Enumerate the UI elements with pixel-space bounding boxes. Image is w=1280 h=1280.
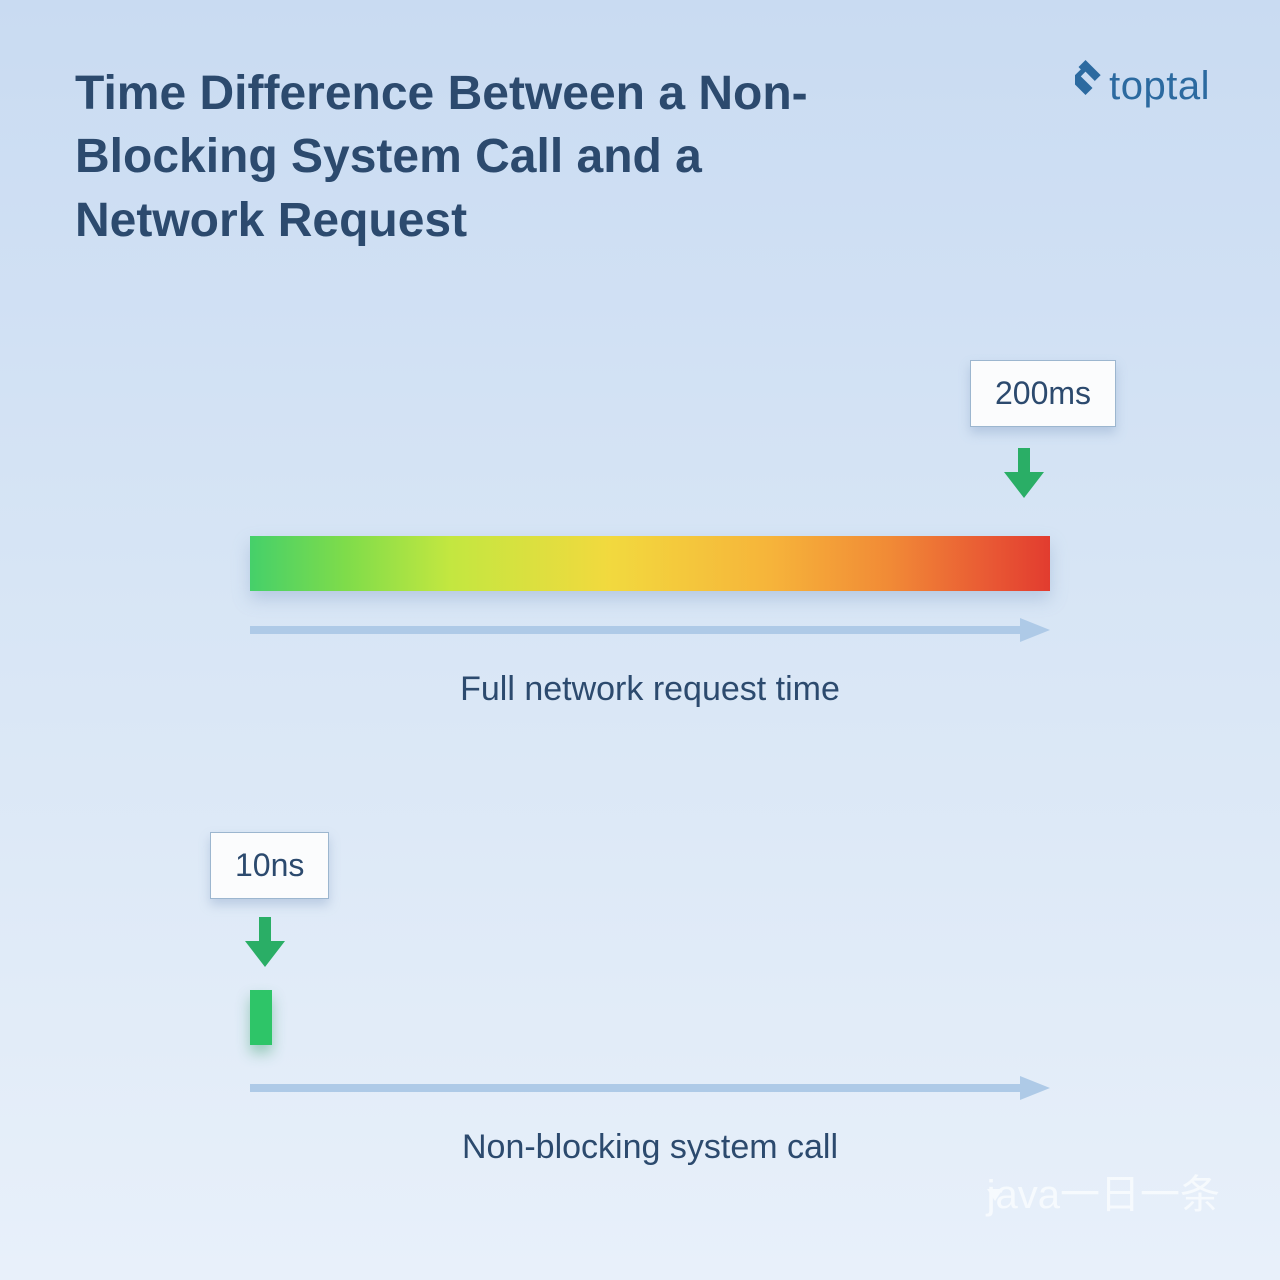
network-caption: Full network request time [250,670,1050,709]
brand-logo: toptal [1075,60,1210,112]
network-time-badge: 200ms [970,360,1116,427]
brand-text: toptal [1109,64,1210,109]
arrow-down-icon [245,917,285,972]
watermark: java一日一条 [975,1162,1220,1220]
brand-icon [1075,60,1103,112]
arrow-down-icon [1004,448,1044,503]
syscall-time-bar [250,990,272,1045]
page-title: Time Difference Between a Non-Blocking S… [75,62,815,252]
syscall-caption: Non-blocking system call [250,1128,1050,1167]
network-axis [250,618,1050,642]
syscall-time-badge: 10ns [210,832,329,899]
syscall-axis [250,1076,1050,1100]
watermark-text: java一日一条 [987,1162,1220,1220]
network-time-bar [250,536,1050,591]
